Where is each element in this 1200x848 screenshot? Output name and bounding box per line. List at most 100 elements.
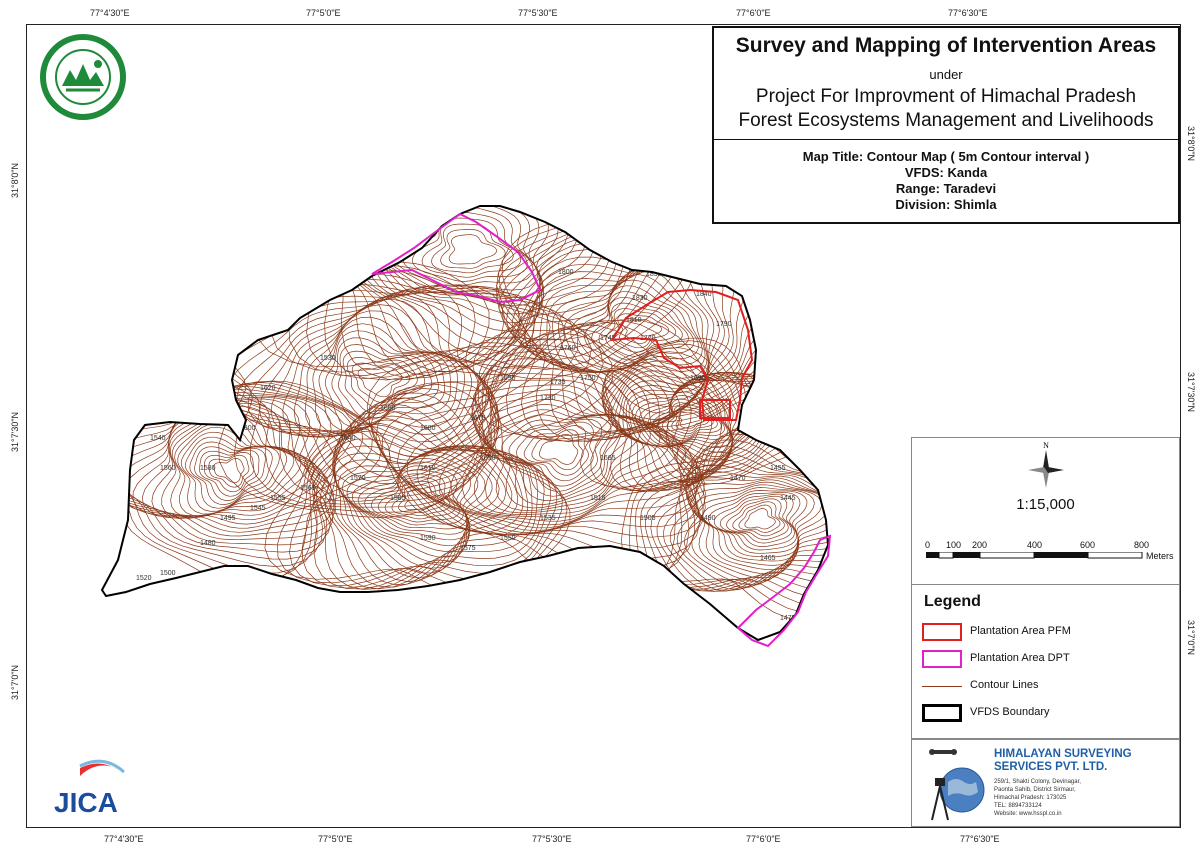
contour-elevation-label: 1690 xyxy=(690,375,706,382)
contour-line xyxy=(277,384,568,589)
address-line: Paonta Sahib, District Sirmaur, xyxy=(994,787,1076,793)
contour-line xyxy=(306,206,671,380)
project-title-line1: Project For Improvment of Himachal Prade… xyxy=(755,86,1137,107)
legend-item-dpt: Plantation Area DPT xyxy=(922,648,1172,670)
scale-bar xyxy=(926,552,1143,559)
range-name: Range: Taradevi xyxy=(895,181,997,196)
legend-swatch-pfm xyxy=(922,623,962,641)
map-metadata: Map Title: Contour Map ( 5m Contour inte… xyxy=(714,149,1178,213)
contour-elevation-label: 1470 xyxy=(730,475,746,482)
contour-line xyxy=(496,216,828,442)
contour-elevation-label: 1530 xyxy=(320,355,336,362)
contour-elevation-label: 1650 xyxy=(480,455,496,462)
contour-elevation-label: 1810 xyxy=(626,317,642,324)
legend-panel: Legend Plantation Area PFM Plantation Ar… xyxy=(911,584,1180,739)
jica-text: JICA xyxy=(54,787,118,818)
contour-line xyxy=(744,508,776,530)
jica-logo: JICA xyxy=(54,759,126,818)
contour-elevation-label: 1675 xyxy=(470,415,486,422)
scale-tick-label: 200 xyxy=(972,540,988,550)
contour-elevation-label: 1735 xyxy=(550,379,566,386)
contour-elevation-label: 1495 xyxy=(220,515,236,522)
vfds-name: VFDS: Kanda xyxy=(904,165,988,180)
address-line: Website: www.hsspl.co.in xyxy=(994,811,1062,817)
contour-elevation-label: 1480 xyxy=(200,540,216,547)
contour-line xyxy=(208,285,520,490)
contour-elevation-label: 1445 xyxy=(780,495,796,502)
contour-elevation-label: 1575 xyxy=(460,545,476,552)
contour-elevation-label: 1555 xyxy=(270,495,286,502)
contour-elevation-label: 1660 xyxy=(380,405,396,412)
legend-label: Plantation Area PFM xyxy=(970,625,1071,637)
legend-swatch-contour xyxy=(922,686,962,687)
contour-elevation-label: 1455 xyxy=(770,465,786,472)
contour-elevation-label: 1545 xyxy=(250,505,266,512)
scale-ratio: 1:15,000 xyxy=(1016,496,1075,513)
company-name-line1: HIMALAYAN SURVEYING xyxy=(994,748,1132,760)
address-line: TEL: 8894733124 xyxy=(994,803,1042,809)
contour-line xyxy=(247,287,494,465)
contour-elevation-label: 1500 xyxy=(160,570,176,577)
contour-elevation-label: 1800 xyxy=(558,269,574,276)
contour-line xyxy=(344,206,595,355)
contour-line xyxy=(448,234,497,265)
contour-line xyxy=(251,206,693,379)
division-name: Division: Shimla xyxy=(895,197,997,212)
legend-item-boundary: VFDS Boundary xyxy=(922,702,1172,724)
company-logo-icon xyxy=(929,749,985,821)
scale-tick-label: 400 xyxy=(1027,540,1043,550)
contour-line xyxy=(539,254,725,407)
contour-elevation-label: 1490 xyxy=(700,515,716,522)
scale-unit: Meters xyxy=(1146,551,1174,561)
company-address: 259/1, Shakti Colony, Devinagar, Paonta … xyxy=(994,778,1081,818)
contour-line xyxy=(392,206,538,291)
north-letter: N xyxy=(1043,441,1049,450)
company-panel: HIMALAYAN SURVEYING SERVICES PVT. LTD. 2… xyxy=(911,739,1180,827)
contour-elevation-label: 1550 xyxy=(500,535,516,542)
contour-elevation-label: 1730 xyxy=(540,395,556,402)
contour-elevation-label: 1565 xyxy=(300,485,316,492)
contour-elevation-label: 1520 xyxy=(136,575,152,582)
scale-tick-label: 0 xyxy=(925,540,931,550)
scale-tick-label: 100 xyxy=(946,540,962,550)
contour-elevation-label: 1640 xyxy=(340,435,356,442)
title-under: under xyxy=(929,67,963,82)
contour-elevation-label: 1665 xyxy=(600,455,616,462)
contour-elevation-label: 1535 xyxy=(540,515,556,522)
contour-line xyxy=(360,206,559,323)
map-title-text: Map Title: Contour Map ( 5m Contour inte… xyxy=(802,149,1090,164)
company-name-line2: SERVICES PVT. LTD. xyxy=(994,761,1108,773)
scale-panel: N 1:15,000 0 100 200 400 600 800 Meters xyxy=(911,437,1180,585)
legend-item-contour: Contour Lines xyxy=(922,675,1172,697)
contour-elevation-label: 1540 xyxy=(150,435,166,442)
contour-elevation-label: 1560 xyxy=(160,465,176,472)
contour-line xyxy=(645,423,828,592)
legend-title: Legend xyxy=(924,593,981,610)
address-line: Himachal Pradesh: 173025 xyxy=(994,795,1067,801)
contour-elevation-label: 1590 xyxy=(420,535,436,542)
map-main-title: Survey and Mapping of Intervention Areas xyxy=(735,34,1157,57)
contour-line xyxy=(332,206,629,377)
legend-swatch-dpt xyxy=(922,650,962,668)
contour-line xyxy=(357,366,403,398)
legend-label: Plantation Area DPT xyxy=(970,652,1070,664)
scale-tick-label: 600 xyxy=(1080,540,1096,550)
north-arrow-icon: N xyxy=(1028,441,1064,488)
contour-elevation-label: 1760 xyxy=(560,345,576,352)
legend-label: VFDS Boundary xyxy=(970,706,1050,718)
contour-elevation-label: 1570 xyxy=(350,475,366,482)
contour-elevation-label: 1680 xyxy=(420,425,436,432)
contour-line xyxy=(213,458,245,483)
contour-elevation-label: 1465 xyxy=(760,555,776,562)
contour-line xyxy=(343,206,611,368)
legend-swatch-boundary xyxy=(922,704,962,722)
contour-elevation-label: 1620 xyxy=(260,385,276,392)
contour-elevation-label: 1695 xyxy=(500,375,516,382)
contour-elevation-label: 1585 xyxy=(390,495,406,502)
contour-elevation-label: 1830 xyxy=(632,295,648,302)
project-title-line2: Forest Ecosystems Management and Livelih… xyxy=(738,110,1154,131)
legend-label: Contour Lines xyxy=(970,679,1039,691)
company-name: HIMALAYAN SURVEYING SERVICES PVT. LTD. xyxy=(994,748,1132,774)
contour-elevation-label: 1580 xyxy=(200,465,216,472)
contour-elevation-label: 1750 xyxy=(580,375,596,382)
